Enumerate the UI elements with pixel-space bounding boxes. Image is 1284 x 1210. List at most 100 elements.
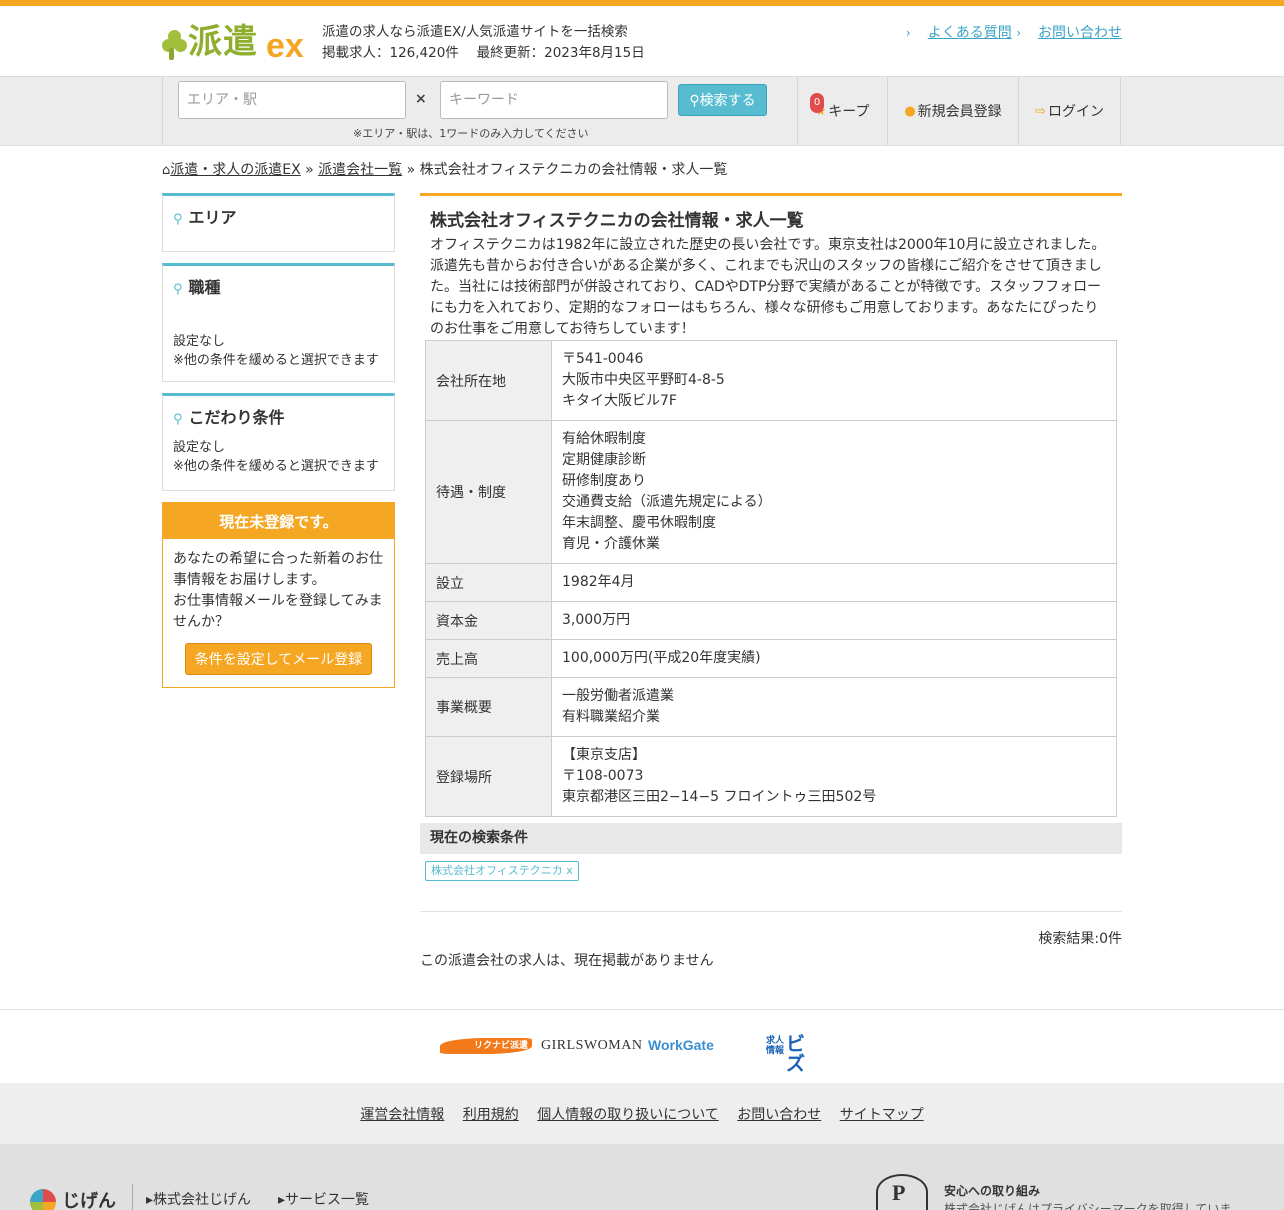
condition-chip[interactable]: 株式会社オフィステクニカ x xyxy=(425,861,579,881)
header-links: › よくある質問 › お問い合わせ xyxy=(906,22,1122,42)
info-value-line: 〒108-0073 xyxy=(562,768,644,784)
breadcrumb: ⌂派遣・求人の派遣EX » 派遣会社一覧 » 株式会社オフィステクニカの会社情報… xyxy=(162,146,1122,193)
info-value: 3,000万円 xyxy=(551,601,1117,640)
area-input[interactable] xyxy=(178,81,406,119)
info-value-line: 年末調整、慶弔休暇制度 xyxy=(562,515,716,531)
breadcrumb-company-list[interactable]: 派遣会社一覧 xyxy=(318,162,402,178)
register-label: 新規会員登録 xyxy=(917,104,1002,120)
tagline-main: 派遣の求人なら派遣EX/人気派遣サイトを一括検索 xyxy=(322,24,628,40)
biz-text: ビズ xyxy=(786,1033,806,1075)
partner-logos: リクナビ派遣 GIRLSWOMAN WorkGate 求人 情報 ビズ xyxy=(0,1009,1284,1083)
info-value-line: 有料職業紹介業 xyxy=(562,709,660,725)
login-button[interactable]: ⇨ ログイン xyxy=(1018,77,1121,145)
info-value-line: 大阪市中央区平野町4-8-5 xyxy=(562,372,725,388)
footer-jigen-link[interactable]: ▸株式会社じげん xyxy=(146,1189,251,1209)
chevron-right-icon: › xyxy=(905,26,911,40)
company-content: 株式会社オフィステクニカの会社情報・求人一覧 オフィステクニカは1982年に設立… xyxy=(420,193,1122,970)
anshin-text: 株式会社じげんはプライバシーマークを取得していま xyxy=(944,1202,1232,1210)
search-icon: ⚲ xyxy=(173,212,183,227)
privacy-mark-icon: P xyxy=(876,1174,928,1210)
register-button[interactable]: ● 新規会員登録 xyxy=(887,77,1018,145)
keyword-input[interactable] xyxy=(440,81,668,119)
current-conditions-heading: 現在の検索条件 xyxy=(420,823,1122,854)
filter-job-status: 設定なし xyxy=(173,334,226,349)
biz-small-text: 求人 xyxy=(766,1036,785,1046)
filter-kodawari-status: 設定なし xyxy=(173,440,226,455)
footer-link-contact[interactable]: お問い合わせ xyxy=(737,1107,821,1123)
info-value: 一般労働者派遣業 有料職業紹介業 xyxy=(551,677,1117,737)
no-jobs-message: この派遣会社の求人は、現在掲載がありません xyxy=(420,953,714,969)
site-tagline: 派遣の求人なら派遣EX/人気派遣サイトを一括検索 掲載求人：126,420件 最… xyxy=(322,22,645,64)
company-info-table: 会社所在地 〒541-0046 大阪市中央区平野町4-8-5 キタイ大阪ビル7F 待遇・… xyxy=(425,340,1117,817)
times-separator: × xyxy=(415,91,427,107)
footer-link-terms[interactable]: 利用規約 xyxy=(463,1107,519,1123)
register-promo-heading: 現在未登録です。 xyxy=(163,503,394,539)
info-row: 事業概要 一般労働者派遣業 有料職業紹介業 xyxy=(425,677,1117,737)
rikunabi-logo[interactable]: リクナビ派遣 xyxy=(440,1038,532,1054)
filter-area[interactable]: ⚲ エリア xyxy=(162,193,395,252)
keep-button[interactable]: 0 ★キープ xyxy=(797,77,887,145)
jigen-mark-icon xyxy=(30,1189,56,1210)
search-bar: × ⚲検索する ※エリア・駅は、1ワードのみ入力してください 0 ★キープ ●新… xyxy=(0,76,1284,146)
footer-link-privacy[interactable]: 個人情報の取り扱いについて xyxy=(537,1107,719,1123)
kyujin-biz-logo[interactable]: 求人 情報 ビズ xyxy=(766,1034,805,1074)
filter-area-title: エリア xyxy=(188,208,237,227)
biz-small-text: 情報 xyxy=(766,1046,785,1056)
search-note: ※エリア・駅は、1ワードのみ入力してください xyxy=(353,127,589,140)
info-row: 待遇・制度 有給休暇制度 定期健康診断 研修制度あり 交通費支給（派遣先規定による） 年末… xyxy=(425,420,1117,564)
site-header: 派遣 ex 派遣の求人なら派遣EX/人気派遣サイトを一括検索 掲載求人：126,… xyxy=(162,6,1122,76)
footer-link-sitemap[interactable]: サイトマップ xyxy=(840,1107,924,1123)
info-value-line: 有給休暇制度 xyxy=(562,431,646,447)
tagline-stats: 掲載求人：126,420件 最終更新：2023年8月15日 xyxy=(322,45,645,61)
breadcrumb-current: 株式会社オフィステクニカの会社情報・求人一覧 xyxy=(419,162,728,178)
mail-register-button[interactable]: 条件を設定してメール登録 xyxy=(185,643,372,675)
result-count: 検索結果:0件 xyxy=(1038,931,1122,947)
info-value-line: 3,000万円 xyxy=(562,612,631,628)
jigen-logo[interactable]: じげん xyxy=(30,1187,116,1210)
register-promo-text: お仕事情報メールを登録してみませんか？ xyxy=(173,593,383,630)
filter-kodawari[interactable]: ⚲ こだわり条件 設定なし ※他の条件を緩めると選択できます xyxy=(162,393,395,491)
info-row: 資本金 3,000万円 xyxy=(425,601,1117,640)
login-icon: ⇨ xyxy=(1035,103,1046,119)
main-area: ⚲ エリア ⚲ 職種 設定なし ※他の条件を緩めると選択できます ⚲ こだわり条件 設… xyxy=(162,193,1122,1013)
close-icon[interactable]: x xyxy=(566,864,573,877)
divider xyxy=(420,911,1122,912)
page-title: 株式会社オフィステクニカの会社情報・求人一覧 xyxy=(420,193,1122,235)
footer-services-link[interactable]: ▸サービス一覧 xyxy=(278,1189,369,1209)
filter-job[interactable]: ⚲ 職種 設定なし ※他の条件を緩めると選択できます xyxy=(162,263,395,382)
workgate-logo[interactable]: WorkGate xyxy=(648,1037,714,1053)
sidebar: ⚲ エリア ⚲ 職種 設定なし ※他の条件を緩めると選択できます ⚲ こだわり条件 設… xyxy=(162,193,395,688)
person-icon: ● xyxy=(904,103,916,119)
search-icon: ⚲ xyxy=(689,93,700,109)
info-label: 会社所在地 xyxy=(425,340,552,421)
info-row: 売上高 100,000万円(平成20年度実績) xyxy=(425,639,1117,678)
search-button[interactable]: ⚲検索する xyxy=(678,84,767,116)
info-value-line: 〒541-0046 xyxy=(562,351,644,367)
info-value-line: 一般労働者派遣業 xyxy=(562,688,674,704)
chevron-right-icon: › xyxy=(1016,26,1021,40)
company-description: オフィステクニカは1982年に設立された歴史の長い会社です。東京支社は2000年… xyxy=(430,237,1106,337)
breadcrumb-home[interactable]: 派遣・求人の派遣EX xyxy=(170,162,300,178)
info-value-line: 1982年4月 xyxy=(562,574,635,590)
info-value: 【東京支店】 〒108-0073 東京都港区三田2−14−5 フロイントゥ三田502… xyxy=(551,736,1117,817)
register-promo-text: あなたの希望に合った新着のお仕事情報をお届けします。 xyxy=(173,551,383,588)
site-logo[interactable]: 派遣 ex xyxy=(162,20,312,65)
keep-label: キープ xyxy=(828,104,870,120)
info-label: 資本金 xyxy=(425,601,552,640)
info-value: 1982年4月 xyxy=(551,563,1117,602)
condition-chip-label: 株式会社オフィステクニカ xyxy=(431,864,563,877)
info-label: 設立 xyxy=(425,563,552,602)
footer-link-company[interactable]: 運営会社情報 xyxy=(360,1107,444,1123)
search-icon: ⚲ xyxy=(173,282,183,297)
jigen-brand: じげん xyxy=(62,1191,116,1210)
info-value: 有給休暇制度 定期健康診断 研修制度あり 交通費支給（派遣先規定による） 年末調整、慶弔… xyxy=(551,420,1117,564)
info-value-line: 東京都港区三田2−14−5 フロイントゥ三田502号 xyxy=(562,789,877,805)
faq-link[interactable]: よくある質問 xyxy=(928,25,1012,41)
girlswoman-logo[interactable]: GIRLSWOMAN xyxy=(541,1038,642,1054)
info-label: 待遇・制度 xyxy=(425,420,552,564)
info-value: 〒541-0046 大阪市中央区平野町4-8-5 キタイ大阪ビル7F xyxy=(551,340,1117,421)
info-value-line: 定期健康診断 xyxy=(562,452,646,468)
corporate-footer: じげん ▸株式会社じげん ▸サービス一覧 P 安心への取り組み 株式会社じげんは… xyxy=(0,1144,1284,1210)
info-label: 売上高 xyxy=(425,639,552,678)
contact-link[interactable]: お問い合わせ xyxy=(1038,25,1122,41)
